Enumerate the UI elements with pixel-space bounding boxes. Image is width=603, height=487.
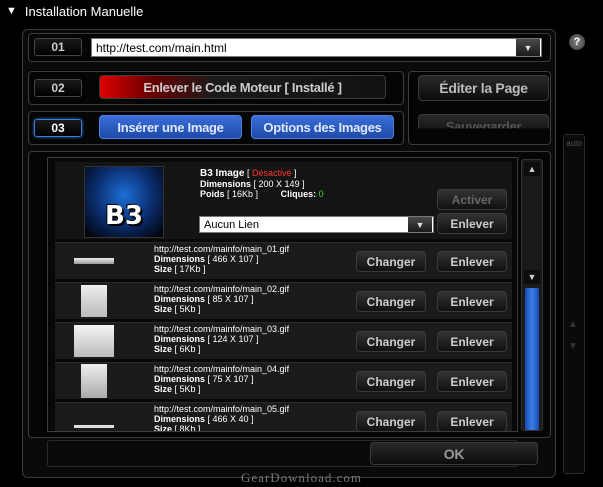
scroll-down-icon[interactable]: ▼	[524, 270, 540, 284]
image-options-button[interactable]: Options des Images	[251, 115, 394, 139]
row-size-label: Size	[154, 424, 173, 432]
clicks-value: 0	[318, 189, 324, 199]
selected-title: B3 Image	[200, 168, 245, 179]
row-dim-label: Dimensions	[154, 254, 206, 264]
chevron-down-icon[interactable]: ▼	[516, 39, 540, 56]
row-dim: [ 85 X 107 ]	[207, 294, 254, 304]
row-dim: [ 466 X 40 ]	[207, 414, 254, 424]
row-dim-label: Dimensions	[154, 374, 206, 384]
selected-image-info: B3 Image [ Désactivé ] Dimensions [ 200 …	[200, 168, 324, 199]
auto-label: auto	[566, 139, 582, 148]
remove-button[interactable]: Enlever	[437, 291, 507, 312]
image-thumbnail	[64, 246, 124, 276]
step-03-button[interactable]: 03	[34, 119, 82, 137]
row-url: http://test.com/mainfo/main_01.gif	[154, 244, 290, 254]
row-size: [ 5Kb ]	[174, 384, 201, 394]
row-info: http://test.com/mainfo/main_02.gif Dimen…	[154, 284, 289, 314]
link-select[interactable]: Aucun Lien ▼	[199, 216, 434, 233]
scroll-thumb[interactable]	[525, 288, 539, 430]
auto-sidebar: auto ▲ ▼	[563, 134, 585, 474]
row-size: [ 8Kb ]	[174, 424, 201, 432]
link-value: Aucun Lien	[204, 218, 260, 231]
row-dim: [ 75 X 107 ]	[207, 374, 254, 384]
row-dim-label: Dimensions	[154, 334, 206, 344]
row-size-label: Size	[154, 344, 173, 354]
change-button[interactable]: Changer	[356, 371, 426, 392]
change-button[interactable]: Changer	[356, 411, 426, 431]
help-icon[interactable]: ?	[569, 34, 585, 50]
row-size: [ 17Kb ]	[174, 264, 206, 274]
selected-image-item[interactable]: B3 B3 Image [ Désactivé ] Dimensions [ 2…	[55, 162, 512, 239]
step-01-button[interactable]: 01	[34, 38, 82, 56]
weight-value: [ 16Kb ]	[227, 189, 259, 199]
image-list: B3 B3 Image [ Désactivé ] Dimensions [ 2…	[47, 157, 518, 432]
row-size-label: Size	[154, 264, 173, 274]
dim-value: [ 200 X 149 ]	[253, 179, 305, 189]
row-dim-label: Dimensions	[154, 294, 206, 304]
selected-image-thumbnail: B3	[84, 166, 164, 238]
section-title: Installation Manuelle	[24, 3, 144, 19]
row-dim: [ 124 X 107 ]	[207, 334, 259, 344]
row-url: http://test.com/mainfo/main_05.gif	[154, 404, 290, 414]
row-size-label: Size	[154, 384, 173, 394]
remove-engine-code-button[interactable]: Enlever le Code Moteur [ Installé ]	[99, 75, 386, 99]
step-02-button[interactable]: 02	[34, 79, 82, 97]
scroll-up-icon[interactable]: ▲	[524, 162, 540, 176]
ok-button[interactable]: OK	[370, 442, 538, 465]
remove-button[interactable]: Enlever	[437, 411, 507, 431]
clicks-label: Cliques:	[280, 189, 317, 199]
row-size: [ 6Kb ]	[174, 344, 201, 354]
remove-button[interactable]: Enlever	[437, 251, 507, 272]
row-size: [ 5Kb ]	[174, 304, 201, 314]
insert-image-button[interactable]: Insérer une Image	[99, 115, 242, 139]
list-item[interactable]: http://test.com/mainfo/main_02.gif Dimen…	[55, 282, 512, 319]
dim-label: Dimensions	[200, 179, 252, 189]
edit-page-button[interactable]: Éditer la Page	[418, 75, 549, 101]
list-item[interactable]: http://test.com/mainfo/main_04.gif Dimen…	[55, 362, 512, 399]
row-info: http://test.com/mainfo/main_01.gif Dimen…	[154, 244, 289, 274]
image-thumbnail	[64, 364, 124, 398]
url-select[interactable]: http://test.com/main.html ▼	[91, 38, 542, 57]
image-thumbnail	[64, 325, 124, 357]
side-up-arrow-icon[interactable]: ▲	[568, 319, 578, 330]
change-button[interactable]: Changer	[356, 291, 426, 312]
list-item[interactable]: http://test.com/mainfo/main_05.gif Dimen…	[55, 402, 512, 432]
selected-status: Désactivé	[252, 168, 292, 178]
row-size-label: Size	[154, 304, 173, 314]
weight-label: Poids	[200, 189, 225, 199]
list-item[interactable]: http://test.com/mainfo/main_03.gif Dimen…	[55, 322, 512, 359]
change-button[interactable]: Changer	[356, 331, 426, 352]
image-thumbnail	[64, 406, 124, 431]
remove-button[interactable]: Enlever	[437, 331, 507, 352]
row-url: http://test.com/mainfo/main_03.gif	[154, 324, 290, 334]
collapse-triangle-icon[interactable]: ▼	[6, 5, 17, 17]
activate-button[interactable]: Activer	[437, 189, 507, 210]
chevron-down-icon[interactable]: ▼	[408, 217, 432, 232]
row-info: http://test.com/mainfo/main_05.gif Dimen…	[154, 404, 290, 432]
row-dim: [ 466 X 107 ]	[207, 254, 259, 264]
list-item[interactable]: http://test.com/mainfo/main_01.gif Dimen…	[55, 242, 512, 279]
row-info: http://test.com/mainfo/main_04.gif Dimen…	[154, 364, 289, 394]
remove-button[interactable]: Enlever	[437, 371, 507, 392]
url-value: http://test.com/main.html	[96, 40, 227, 55]
watermark: GearDownload.com	[240, 470, 363, 485]
row-url: http://test.com/mainfo/main_04.gif	[154, 364, 290, 374]
row-info: http://test.com/mainfo/main_03.gif Dimen…	[154, 324, 289, 354]
list-scrollbar[interactable]: ▲ ▼	[521, 159, 543, 431]
remove-selected-button[interactable]: Enlever	[437, 213, 507, 234]
thumbnail-text: B3	[105, 201, 143, 231]
side-down-arrow-icon[interactable]: ▼	[568, 341, 578, 352]
row-dim-label: Dimensions	[154, 414, 206, 424]
change-button[interactable]: Changer	[356, 251, 426, 272]
row-url: http://test.com/mainfo/main_02.gif	[154, 284, 290, 294]
image-thumbnail	[64, 285, 124, 317]
section-header[interactable]: ▼ Installation Manuelle	[0, 0, 603, 22]
